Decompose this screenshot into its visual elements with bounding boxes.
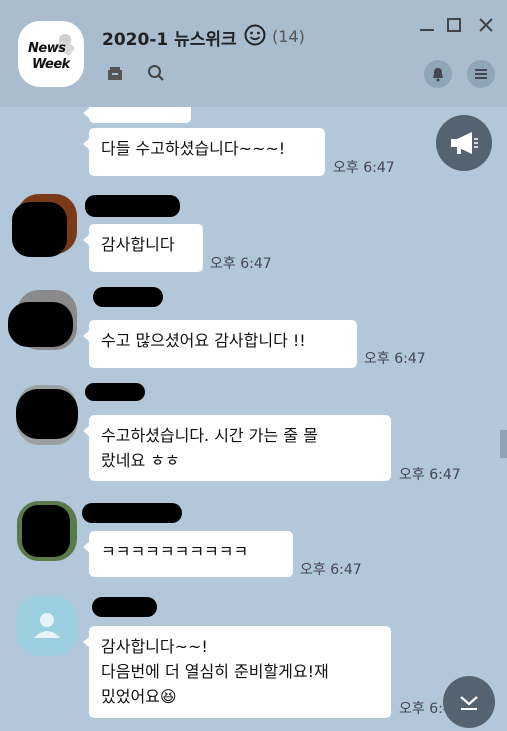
default-profile-icon bbox=[34, 613, 60, 638]
smiley-icon bbox=[244, 24, 266, 46]
menu-button[interactable] bbox=[467, 60, 495, 88]
redaction bbox=[16, 389, 78, 439]
message-time: 오후 6:47 bbox=[210, 256, 272, 272]
redaction bbox=[8, 302, 73, 347]
notification-button[interactable] bbox=[424, 60, 452, 88]
redacted-name bbox=[92, 597, 157, 617]
message-text-line: 랐네요 ㅎㅎ bbox=[101, 451, 180, 470]
message-text-line: 다음번에 더 열심히 준비할게요!재 bbox=[101, 662, 329, 681]
close-icon[interactable] bbox=[478, 17, 494, 33]
message-bubble[interactable]: 수고 많으셨어요 감사합니다 !! bbox=[83, 320, 357, 368]
menu-icon bbox=[475, 69, 487, 79]
message-bubble[interactable]: 다들 수고하셨습니다~~~! bbox=[83, 128, 325, 176]
scrollbar-thumb[interactable] bbox=[500, 430, 507, 458]
message-text: ㅋㅋㅋㅋㅋㅋㅋㅋㅋㅋ bbox=[101, 542, 249, 561]
search-icon[interactable] bbox=[147, 64, 165, 82]
message-text: 수고 많으셨어요 감사합니다 !! bbox=[101, 331, 306, 350]
logo-line2: Week bbox=[32, 57, 70, 72]
redacted-name bbox=[82, 503, 182, 523]
redacted-name bbox=[85, 195, 180, 217]
message-time: 오후 6:47 bbox=[364, 351, 426, 367]
laughing-emoji-icon: 😆 bbox=[159, 687, 177, 706]
message-bubble[interactable]: 수고하셨습니다. 시간 가는 줄 몰 랐네요 ㅎㅎ bbox=[83, 415, 391, 481]
redaction bbox=[22, 505, 70, 557]
megaphone-icon bbox=[451, 132, 478, 154]
chevron-down-icon bbox=[460, 696, 478, 710]
message-time: 오후 6:47 bbox=[399, 467, 461, 483]
message-bubble[interactable]: 감사합니다 bbox=[83, 224, 203, 272]
logo-line1: News bbox=[28, 41, 66, 56]
message-text: 다들 수고하셨습니다~~~! bbox=[101, 139, 286, 158]
message-text-line: 밌었어요 bbox=[101, 687, 160, 706]
bell-icon bbox=[433, 68, 443, 82]
newsweek-logo: News Week bbox=[25, 32, 77, 76]
message-time: 오후 6:47 bbox=[333, 160, 395, 176]
maximize-icon[interactable] bbox=[446, 17, 462, 33]
room-title: 2020-1 뉴스위크 bbox=[102, 30, 237, 50]
drawer-icon[interactable] bbox=[106, 64, 124, 82]
minimize-icon[interactable] bbox=[419, 17, 435, 33]
room-avatar[interactable]: News Week bbox=[18, 21, 84, 87]
chat-header: News Week 2020-1 뉴스위크 (14) bbox=[0, 0, 507, 107]
member-count: (14) bbox=[272, 27, 305, 46]
scroll-down-button[interactable] bbox=[443, 676, 495, 728]
redaction bbox=[12, 202, 67, 257]
message-list[interactable]: 다들 수고하셨습니다~~~! 오후 6:47 감사합니다 오후 6:47 수고 … bbox=[0, 107, 507, 731]
message-text-line: 감사합니다~~! bbox=[101, 637, 208, 656]
message-time: 오후 6:47 bbox=[300, 562, 362, 578]
avatar[interactable] bbox=[17, 596, 77, 656]
message-bubble-partial[interactable] bbox=[83, 107, 191, 123]
message-text: 감사합니다 bbox=[101, 235, 175, 254]
message-bubble[interactable]: 감사합니다~~! 다음번에 더 열심히 준비할게요!재 밌었어요😆 bbox=[83, 626, 391, 718]
redacted-name bbox=[85, 383, 145, 401]
message-text-line: 수고하셨습니다. 시간 가는 줄 몰 bbox=[101, 426, 318, 445]
message-bubble[interactable]: ㅋㅋㅋㅋㅋㅋㅋㅋㅋㅋ bbox=[83, 531, 293, 577]
redacted-name bbox=[93, 287, 163, 307]
announcement-button[interactable] bbox=[436, 115, 492, 171]
